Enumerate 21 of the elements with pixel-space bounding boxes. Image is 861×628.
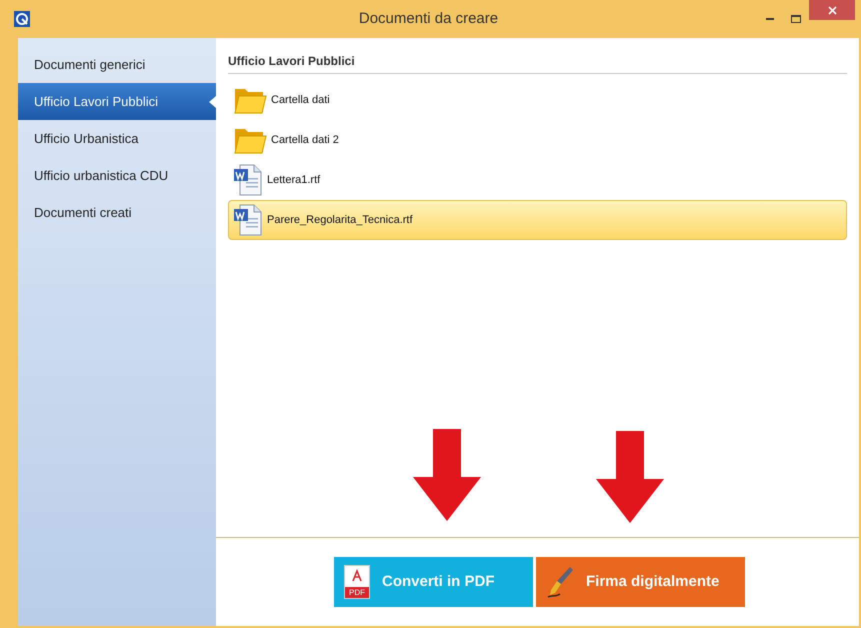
- convert-pdf-button[interactable]: PDF Converti in PDF: [334, 557, 533, 607]
- window-title: Documenti da creare: [358, 8, 498, 29]
- down-arrow-icon: [413, 429, 481, 521]
- pdf-file-icon: PDF: [344, 565, 370, 599]
- sidebar-item[interactable]: Documenti creati: [18, 194, 216, 231]
- app-logo-icon: [14, 11, 30, 27]
- sidebar-item[interactable]: Ufficio urbanistica CDU: [18, 157, 216, 194]
- sidebar-item[interactable]: Ufficio Lavori Pubblici: [18, 83, 216, 120]
- fountain-pen-icon: [546, 565, 574, 599]
- file-item[interactable]: Parere_Regolarita_Tecnica.rtf: [228, 200, 847, 240]
- document-icon: [233, 204, 263, 236]
- close-icon: [828, 6, 836, 14]
- sidebar-item[interactable]: Ufficio Urbanistica: [18, 120, 216, 157]
- down-arrow-icon: [596, 431, 664, 523]
- file-item[interactable]: Cartella dati: [228, 80, 847, 120]
- file-item[interactable]: Lettera1.rtf: [228, 160, 847, 200]
- file-item[interactable]: Cartella dati 2: [228, 120, 847, 160]
- document-icon: [233, 164, 263, 196]
- close-button[interactable]: [809, 0, 855, 20]
- sidebar-item[interactable]: Documenti generici: [18, 46, 216, 83]
- section-heading: Ufficio Lavori Pubblici: [228, 52, 847, 74]
